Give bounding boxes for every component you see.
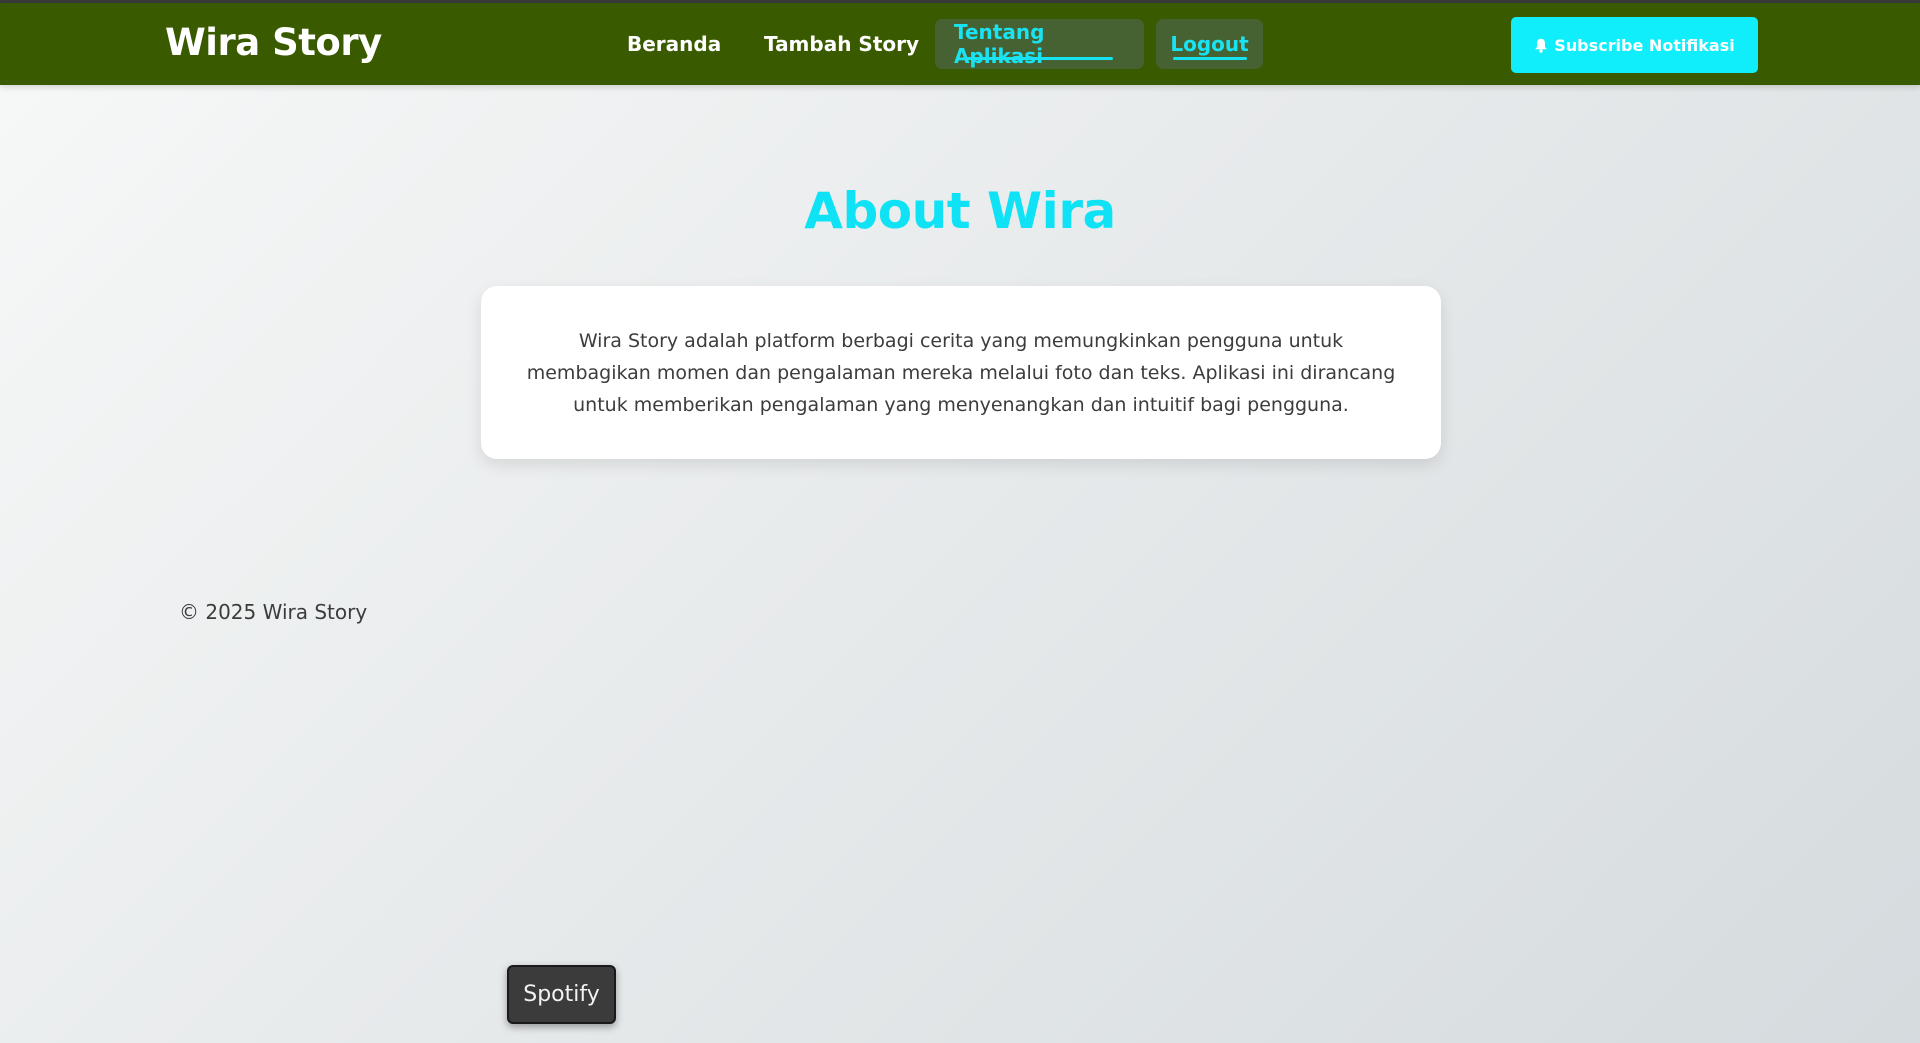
nav-link-beranda[interactable]: Beranda — [608, 19, 740, 69]
page-title: About Wira — [804, 182, 1116, 240]
active-underline — [966, 57, 1113, 60]
nav-link-tambah-story[interactable]: Tambah Story — [745, 19, 938, 69]
active-underline — [1172, 57, 1247, 60]
nav-link-label: Logout — [1170, 32, 1249, 56]
nav-link-tentang-aplikasi[interactable]: Tentang Aplikasi — [935, 19, 1144, 69]
nav-link-label: Beranda — [627, 32, 722, 56]
subscribe-label: Subscribe Notifikasi — [1554, 35, 1735, 55]
nav-link-label: Tentang Aplikasi — [954, 20, 1045, 68]
about-card: Wira Story adalah platform berbagi cerit… — [481, 286, 1441, 459]
subscribe-notification-button[interactable]: Subscribe Notifikasi — [1511, 17, 1758, 73]
navbar: Wira Story Beranda Tambah Story Tentang … — [0, 3, 1920, 85]
nav-link-label: Tambah Story — [764, 32, 920, 56]
footer-copyright: © 2025 Wira Story — [179, 600, 368, 624]
taskbar-tooltip: Spotify — [507, 965, 616, 1024]
brand-logo[interactable]: Wira Story — [165, 21, 382, 64]
nav-link-logout[interactable]: Logout — [1156, 19, 1263, 69]
about-description: Wira Story adalah platform berbagi cerit… — [526, 329, 1396, 416]
bell-icon — [1535, 38, 1548, 53]
